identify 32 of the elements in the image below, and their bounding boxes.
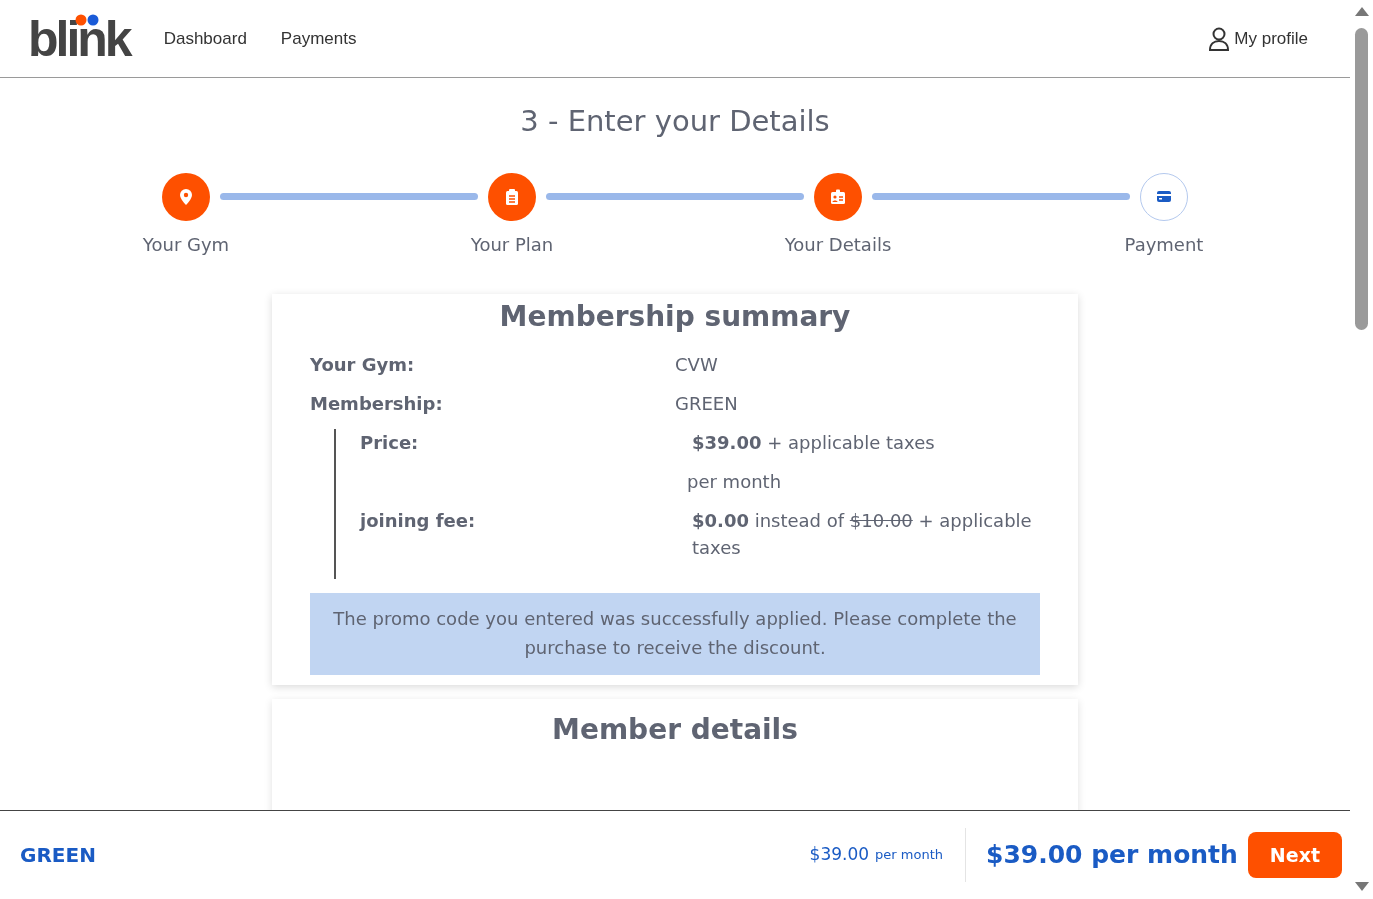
field-note: per month <box>687 470 783 495</box>
scroll-up-icon[interactable] <box>1355 7 1369 16</box>
step-label: Payment <box>1124 232 1204 257</box>
field-value: $0.00 instead of $10.00 + applicable taxes <box>691 509 1033 561</box>
step-label: Your Details <box>784 232 892 257</box>
section-title: Membership summary <box>498 299 852 334</box>
field-label: Price: <box>360 431 420 456</box>
nav-link[interactable]: Dashboard <box>163 25 247 52</box>
field-value: GREEN <box>675 392 739 417</box>
field-label: joining fee: <box>360 509 477 534</box>
nav-link[interactable]: Payments <box>280 25 357 52</box>
field-label: Membership: <box>310 392 444 417</box>
promo-notice: The promo code you entered was successfully applied. Please complete the purchase to receive the discount. <box>310 593 1040 675</box>
total-price: $39.00 per month <box>986 839 1238 872</box>
page-title: 3 - Enter your Details <box>519 104 831 139</box>
step-label: Your Plan <box>470 232 554 257</box>
section-title: Member details <box>551 713 799 747</box>
scroll-down-icon[interactable] <box>1355 882 1369 891</box>
logo[interactable]: blink <box>28 13 130 64</box>
id-badge-icon <box>829 187 847 206</box>
user-icon <box>1208 26 1231 51</box>
clipboard-icon <box>503 187 521 206</box>
price-amount: $39.00 <box>809 843 870 867</box>
field-value: $39.00 + applicable taxes <box>691 431 936 456</box>
profile-link[interactable]: My profile <box>1208 25 1308 52</box>
plan-name: GREEN <box>20 842 96 869</box>
scrollbar-thumb[interactable] <box>1355 28 1368 330</box>
location-pin-icon <box>177 187 195 206</box>
price-period: per month <box>875 846 943 865</box>
field-value: CVW <box>675 353 719 378</box>
step-label: Your Gym <box>142 232 230 257</box>
field-label: Your Gym: <box>310 353 416 378</box>
